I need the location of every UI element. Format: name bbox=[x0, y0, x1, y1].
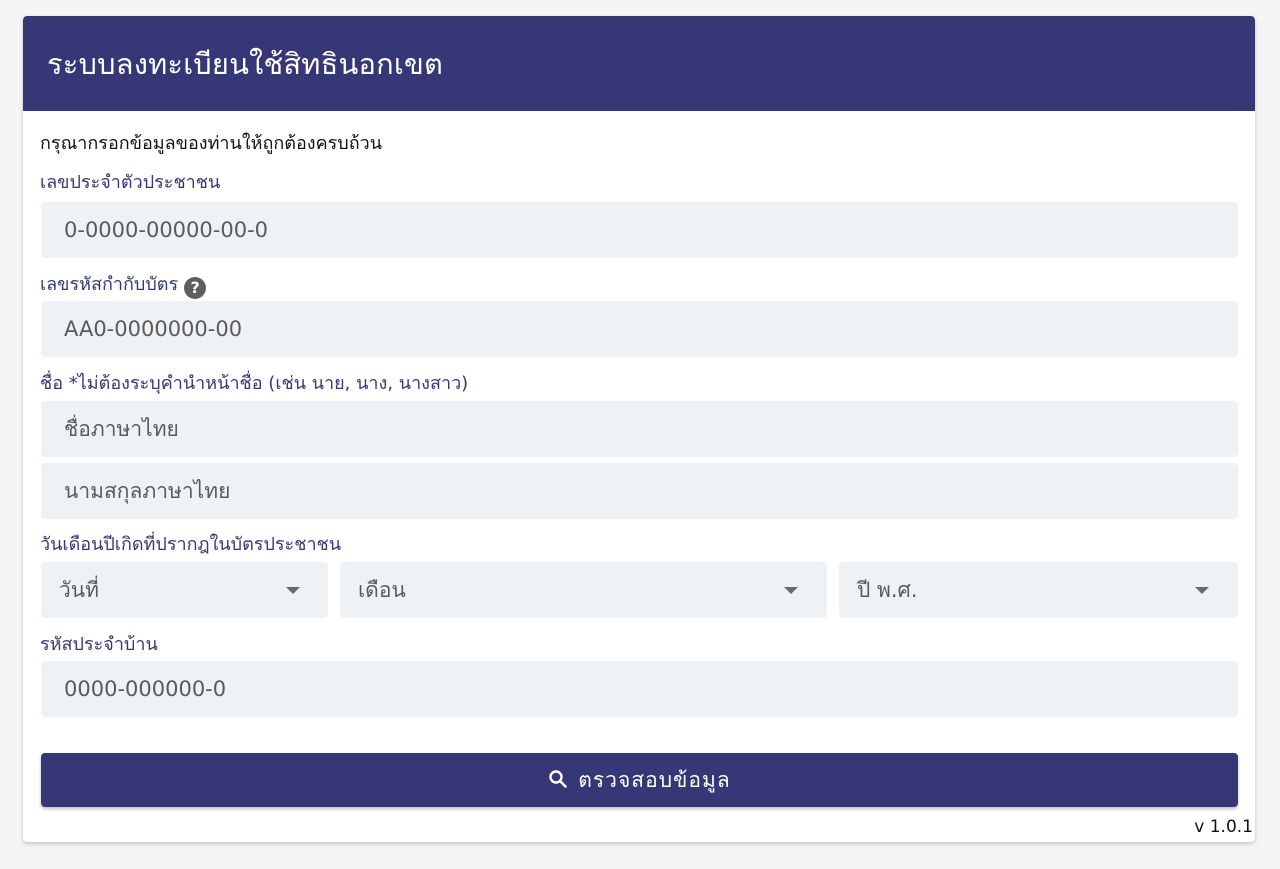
birth-day-select[interactable]: วันที่ bbox=[41, 562, 328, 618]
birth-month-select[interactable]: เดือน bbox=[340, 562, 827, 618]
check-info-label: ตรวจสอบข้อมูล bbox=[578, 768, 731, 792]
page-title: ระบบลงทะเบียนใช้สิทธินอกเขต bbox=[47, 47, 444, 81]
form-instruction: กรุณากรอกข้อมูลของท่านให้ถูกต้องครบถ้วน bbox=[40, 133, 383, 154]
name-label: ชื่อ *ไม่ต้องระบุคำนำหน้าชื่อ (เช่น นาย,… bbox=[40, 373, 469, 394]
chevron-down-icon bbox=[784, 587, 798, 594]
last-name-input[interactable] bbox=[41, 463, 1238, 519]
version-label: v 1.0.1 bbox=[1194, 817, 1253, 837]
laser-code-input[interactable] bbox=[41, 301, 1238, 357]
birth-month-value: เดือน bbox=[358, 578, 406, 602]
chevron-down-icon bbox=[286, 587, 300, 594]
birth-year-value: ปี พ.ศ. bbox=[857, 578, 918, 602]
help-icon[interactable]: ? bbox=[184, 277, 207, 299]
first-name-input[interactable] bbox=[41, 401, 1238, 457]
check-info-button[interactable]: ตรวจสอบข้อมูล bbox=[41, 753, 1238, 807]
birth-year-select[interactable]: ปี พ.ศ. bbox=[839, 562, 1238, 618]
house-code-input[interactable] bbox=[41, 661, 1238, 717]
laser-code-label-row: เลขรหัสกำกับบัตร? bbox=[40, 273, 207, 299]
birth-day-value: วันที่ bbox=[59, 578, 99, 602]
birth-date-label: วันเดือนปีเกิดที่ปรากฎในบัตรประชาชน bbox=[40, 534, 342, 555]
citizen-id-input[interactable] bbox=[41, 202, 1238, 258]
registration-card: ระบบลงทะเบียนใช้สิทธินอกเขต กรุณากรอกข้อ… bbox=[23, 16, 1255, 842]
citizen-id-label: เลขประจำตัวประชาชน bbox=[40, 172, 221, 193]
card-header: ระบบลงทะเบียนใช้สิทธินอกเขต bbox=[23, 16, 1255, 111]
chevron-down-icon bbox=[1195, 587, 1209, 594]
house-code-label: รหัสประจำบ้าน bbox=[40, 634, 158, 655]
laser-code-label: เลขรหัสกำกับบัตร bbox=[40, 274, 179, 295]
search-icon bbox=[548, 769, 568, 789]
